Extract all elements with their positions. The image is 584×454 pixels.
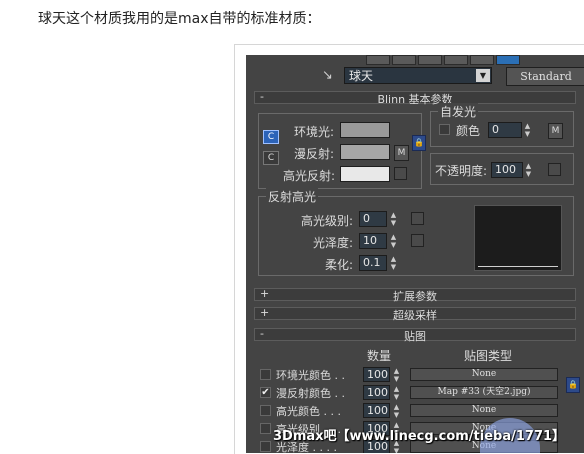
glossiness-map-button[interactable] — [411, 234, 424, 247]
spinner-arrows-icon[interactable]: ▲ ▼ — [524, 162, 533, 178]
self-illum-color-label: 颜色 — [456, 124, 481, 138]
map-enable-checkbox[interactable] — [260, 369, 271, 380]
maps-amount-header: 数量 — [367, 349, 392, 363]
self-illum-value[interactable]: 0 — [488, 122, 522, 138]
spinner-arrows-icon[interactable]: ▲ ▼ — [392, 385, 401, 401]
specular-level-value[interactable]: 0 — [359, 211, 387, 227]
rollout-title: Blinn 基本参数 — [377, 93, 453, 106]
map-slot-label: 高光颜色 . . . — [276, 405, 341, 418]
spinner-arrows-icon[interactable]: ▲ ▼ — [389, 255, 398, 271]
map-enable-checkbox[interactable] — [260, 423, 271, 434]
toolbar-button[interactable] — [366, 55, 390, 65]
rollout-title: 扩展参数 — [393, 290, 437, 303]
toolbar-button[interactable] — [470, 55, 494, 65]
ambient-label: 环境光: — [294, 125, 335, 139]
map-amount-value[interactable]: 100 — [363, 367, 390, 382]
soften-label: 柔化: — [325, 258, 354, 272]
post-caption: 球天这个材质我用的是max自带的标准材质： — [38, 11, 321, 27]
map-enable-checkbox[interactable] — [260, 405, 271, 416]
map-slot-label: 环境光颜色 . . — [276, 369, 345, 382]
material-name: 球天 — [349, 69, 374, 83]
material-name-field[interactable]: 球天 ▼ — [344, 67, 492, 84]
maps-type-header: 贴图类型 — [464, 349, 513, 363]
map-enable-checkbox[interactable] — [260, 441, 271, 452]
map-slot-label: 漫反射颜色 . . — [276, 387, 345, 400]
diffuse-map-button[interactable]: M — [394, 145, 409, 161]
watermark-text: 3Dmax吧【www.linecg.com/tieba/1771】 — [273, 429, 566, 444]
map-amount-value[interactable]: 100 — [363, 385, 390, 400]
glossiness-value[interactable]: 10 — [359, 233, 387, 249]
toolbar-button-active[interactable] — [496, 55, 520, 65]
rollout-extended-parameters[interactable]: + 扩展参数 — [254, 287, 576, 303]
opacity-map-button[interactable] — [548, 163, 561, 176]
chevron-down-icon[interactable]: ▼ — [476, 69, 490, 82]
toolbar-button[interactable] — [418, 55, 442, 65]
specular-map-button[interactable] — [394, 167, 407, 180]
highlight-curve-preview — [474, 205, 562, 271]
map-enable-checkbox[interactable]: ✔ — [260, 387, 271, 398]
lock-ambient-diffuse-icon[interactable]: C — [263, 130, 279, 144]
material-type-button[interactable]: Standard — [506, 67, 584, 86]
ambient-color-swatch[interactable] — [340, 122, 390, 138]
lock-diffuse-specular-icon[interactable]: C — [263, 151, 279, 165]
toolbar-button[interactable] — [444, 55, 468, 65]
opacity-label: 不透明度: — [435, 164, 488, 178]
map-slot-button[interactable]: None — [410, 404, 558, 417]
map-amount-value[interactable]: 100 — [363, 403, 390, 418]
spinner-arrows-icon[interactable]: ▲ ▼ — [389, 233, 398, 249]
rollout-blinn-basic[interactable]: - Blinn 基本参数 — [254, 90, 576, 106]
lock-icon[interactable]: 🔒 — [566, 377, 580, 393]
material-editor-panel: ↘ 球天 ▼ Standard - Blinn 基本参数 C C 环境光: 漫反… — [246, 55, 584, 453]
specular-level-label: 高光级别: — [301, 214, 354, 228]
highlight-curve-line — [478, 266, 558, 267]
diffuse-label: 漫反射: — [294, 147, 335, 161]
map-slot-button[interactable]: Map #33 (天空2.jpg) — [410, 386, 558, 399]
rollout-maps[interactable]: - 贴图 — [254, 327, 576, 343]
map-slot-button[interactable]: None — [410, 368, 558, 381]
spinner-arrows-icon[interactable]: ▲ ▼ — [523, 122, 532, 138]
self-illum-color-checkbox[interactable] — [439, 124, 450, 135]
rollout-title: 超级采样 — [393, 309, 437, 322]
specular-color-swatch[interactable] — [340, 166, 390, 182]
rollout-supersampling[interactable]: + 超级采样 — [254, 306, 576, 322]
toolbar-button[interactable] — [392, 55, 416, 65]
eyedropper-icon[interactable]: ↘ — [322, 68, 333, 83]
spinner-arrows-icon[interactable]: ▲ ▼ — [389, 211, 398, 227]
glossiness-label: 光泽度: — [313, 236, 354, 250]
rollout-title: 贴图 — [404, 330, 426, 343]
spinner-arrows-icon[interactable]: ▲ ▼ — [392, 403, 401, 419]
opacity-value[interactable]: 100 — [491, 162, 523, 178]
self-illumination-title: 自发光 — [438, 103, 479, 120]
specular-level-map-button[interactable] — [411, 212, 424, 225]
lock-icon[interactable]: 🔒 — [412, 135, 426, 151]
diffuse-color-swatch[interactable] — [340, 144, 390, 160]
self-illum-map-button[interactable]: M — [548, 123, 563, 139]
spinner-arrows-icon[interactable]: ▲ ▼ — [392, 367, 401, 383]
specular-highlights-title: 反射高光 — [266, 188, 319, 205]
soften-value[interactable]: 0.1 — [359, 255, 387, 271]
specular-label: 高光反射: — [283, 169, 336, 183]
